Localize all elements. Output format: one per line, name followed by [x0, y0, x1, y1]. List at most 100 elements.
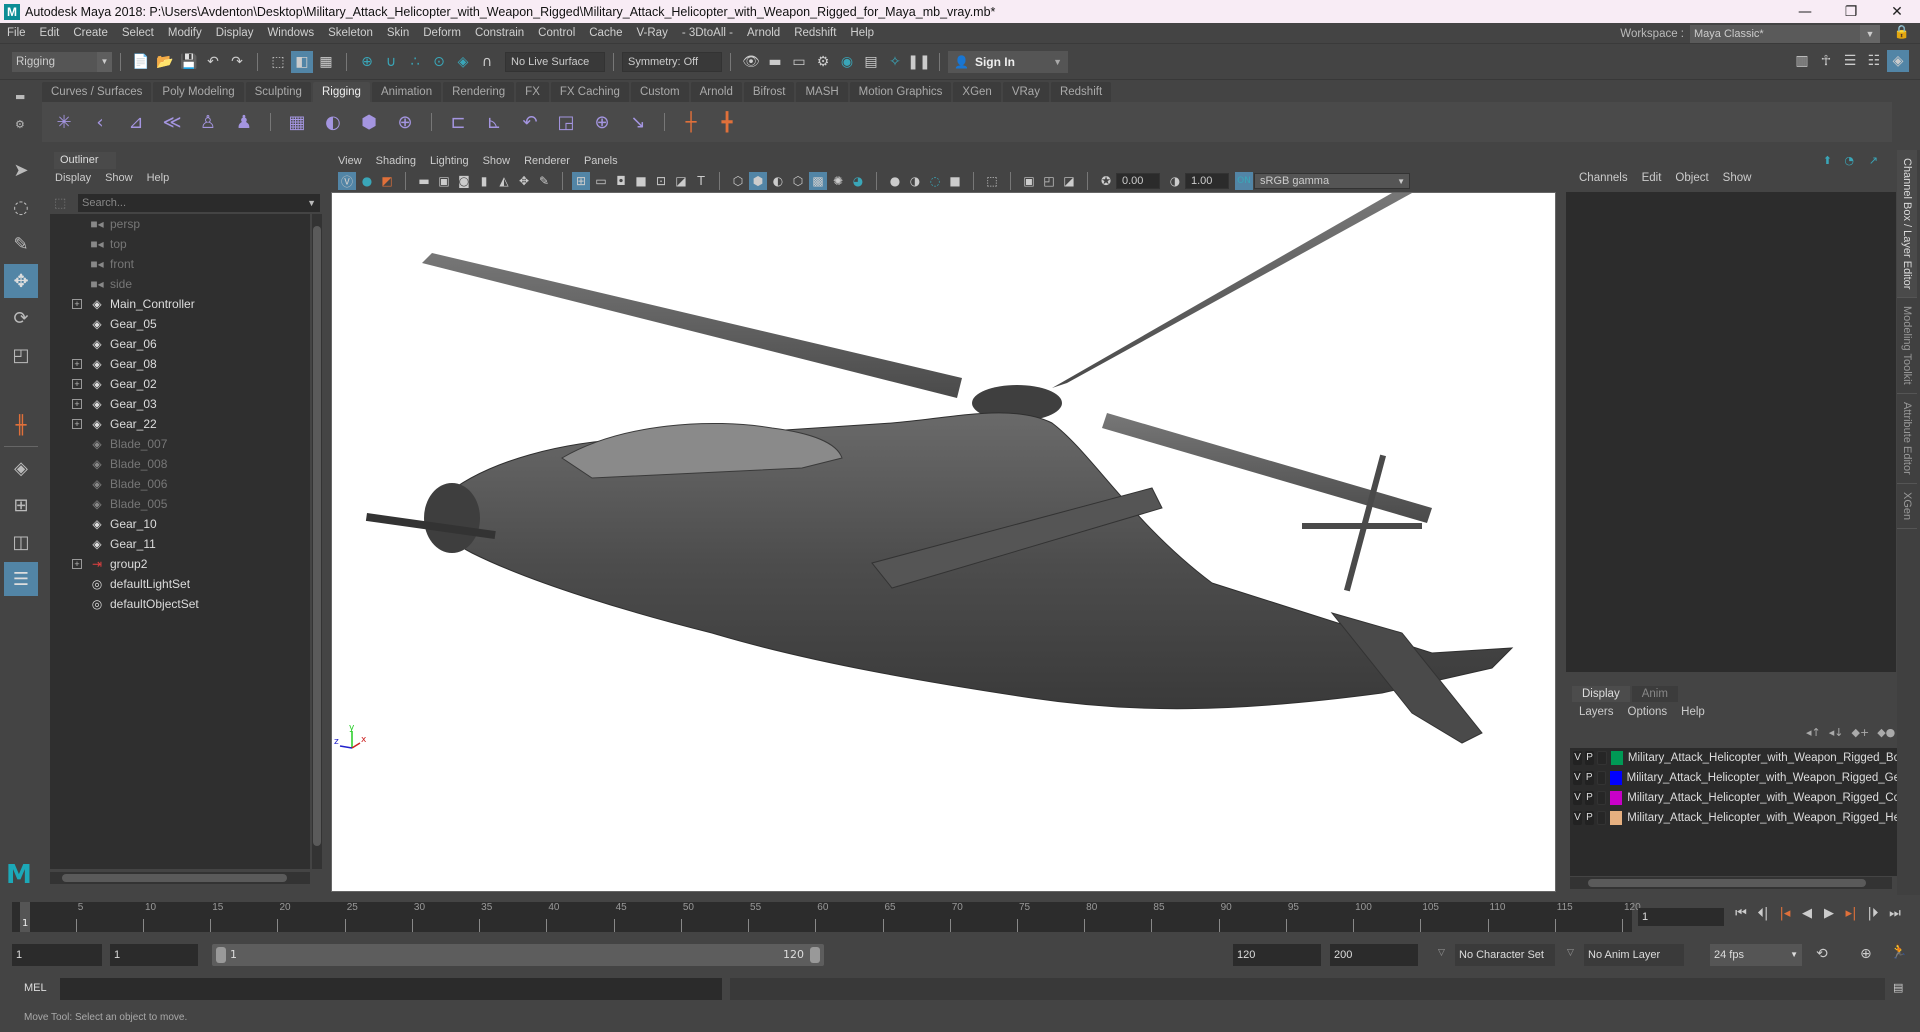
outliner-item[interactable]: + ◈ Gear_02	[50, 374, 310, 394]
render-view-icon[interactable]: 👁	[740, 51, 762, 73]
cluster-icon[interactable]: ⊕	[388, 105, 422, 139]
outliner-item[interactable]: ◈ Blade_006	[50, 474, 310, 494]
shelf-tab-redshift[interactable]: Redshift	[1050, 82, 1112, 102]
redo-icon[interactable]: ↷	[226, 51, 248, 73]
shelf-tab-rigging[interactable]: Rigging	[312, 82, 370, 102]
menu-vray[interactable]: V-Ray	[630, 27, 675, 39]
playback-start-field[interactable]: 1	[110, 944, 198, 966]
menu-constrain[interactable]: Constrain	[468, 27, 531, 39]
menu-modify[interactable]: Modify	[161, 27, 209, 39]
outliner-tab[interactable]: Outliner	[54, 152, 116, 169]
outliner-item[interactable]: ◈ Blade_008	[50, 454, 310, 474]
joint-size-icon[interactable]: ┼	[674, 105, 708, 139]
depth-of-field-icon[interactable]: ■	[946, 172, 964, 190]
menuset-dropdown[interactable]: Rigging ▼	[12, 51, 112, 72]
sidetab-attribute-editor[interactable]: Attribute Editor	[1897, 394, 1917, 484]
wireframe-icon[interactable]: ⬡	[729, 172, 747, 190]
tool-settings-icon[interactable]: ☷	[1863, 50, 1885, 72]
go-to-start-icon[interactable]: ⏮	[1730, 906, 1752, 921]
filter-icon[interactable]: ⬚	[54, 196, 66, 211]
snap-view-plane-icon[interactable]: ⊙	[428, 51, 450, 73]
outliner-item[interactable]: ◈ Gear_11	[50, 534, 310, 554]
expand-icon[interactable]: +	[72, 299, 82, 309]
xray-joints-icon[interactable]: ◪	[1060, 172, 1078, 190]
workspace-dropdown[interactable]: Maya Classic* ▼	[1690, 25, 1880, 43]
select-tool-icon[interactable]: ➤	[4, 153, 38, 187]
gate-mask-icon[interactable]: ■	[632, 172, 650, 190]
playback-toggle[interactable]: P	[1585, 751, 1595, 765]
field-chart-icon[interactable]: ⊡	[652, 172, 670, 190]
playback-toggle[interactable]: P	[1584, 771, 1594, 785]
resolution-gate-icon[interactable]: ◘	[612, 172, 630, 190]
sidetab-channel-box[interactable]: Channel Box / Layer Editor	[1897, 150, 1917, 299]
light-editor-icon[interactable]: ✧	[884, 51, 906, 73]
range-slider[interactable]: 1 120	[212, 944, 824, 966]
point-constraint-icon[interactable]: ⊾	[477, 105, 511, 139]
step-back-frame-icon[interactable]: |◂	[1774, 906, 1796, 921]
expand-icon[interactable]: +	[72, 379, 82, 389]
outliner-item[interactable]: + ◈ Gear_03	[50, 394, 310, 414]
viewport-menu-panels[interactable]: Panels	[577, 155, 625, 167]
sidetab-modeling-toolkit[interactable]: Modeling Toolkit	[1897, 298, 1917, 395]
scale-constraint-icon[interactable]: ◲	[549, 105, 583, 139]
start-time-field[interactable]: 1	[12, 944, 102, 966]
wireframe-on-shaded-icon[interactable]: ⬡	[789, 172, 807, 190]
color-management-toggle-icon[interactable]: ON	[1235, 172, 1253, 190]
shelf-settings-icon[interactable]: ⚙	[15, 118, 25, 131]
expand-icon[interactable]: +	[72, 399, 82, 409]
ipr-render-icon[interactable]: ▭	[788, 51, 810, 73]
layer-menu-layers[interactable]: Layers	[1572, 706, 1621, 718]
visibility-toggle[interactable]: V	[1573, 751, 1583, 765]
visibility-toggle[interactable]: V	[1573, 791, 1582, 805]
outliner-menu-show[interactable]: Show	[98, 172, 140, 184]
save-scene-icon[interactable]: 💾	[178, 51, 200, 73]
paint-select-tool-icon[interactable]: ✎	[4, 227, 38, 261]
isolate-select-icon[interactable]: ⬚	[983, 172, 1001, 190]
outliner-item[interactable]: + ⇥ group2	[50, 554, 310, 574]
bind-skin-icon[interactable]: ▦	[280, 105, 314, 139]
lattice-icon[interactable]: ⬢	[352, 105, 386, 139]
tab-anim[interactable]: Anim	[1631, 686, 1678, 702]
film-gate-icon[interactable]: ▭	[592, 172, 610, 190]
expand-icon[interactable]: +	[72, 559, 82, 569]
snap-surface-icon[interactable]: ◈	[452, 51, 474, 73]
outliner-item[interactable]: ■◂ top	[50, 234, 310, 254]
menu-help[interactable]: Help	[843, 27, 881, 39]
anti-aliasing-icon[interactable]: ◌	[926, 172, 944, 190]
new-scene-icon[interactable]: 📄	[130, 51, 152, 73]
outliner-vertical-scrollbar[interactable]	[312, 214, 322, 869]
outliner-item[interactable]: ◎ defaultLightSet	[50, 574, 310, 594]
snap-point-icon[interactable]: ∴	[404, 51, 426, 73]
scroll-thumb[interactable]	[313, 226, 321, 846]
minimize-button[interactable]: —	[1782, 0, 1828, 23]
layer-color-swatch[interactable]	[1610, 791, 1623, 805]
rotate-tool-icon[interactable]: ⟳	[4, 301, 38, 335]
channel-menu-object[interactable]: Object	[1668, 172, 1715, 184]
hyper-icon[interactable]: ↗	[1869, 154, 1878, 167]
playback-toggle[interactable]: P	[1584, 791, 1594, 805]
display-type-toggle[interactable]	[1596, 811, 1607, 825]
3d-viewport[interactable]: y z x	[331, 192, 1556, 892]
command-input[interactable]	[60, 978, 722, 1000]
new-empty-layer-icon[interactable]: ◆+	[1852, 726, 1870, 739]
live-surface-field[interactable]: No Live Surface	[505, 51, 605, 72]
lock-icon[interactable]: 🔒	[1894, 25, 1910, 40]
character-set-dropdown[interactable]: No Character Set	[1455, 944, 1555, 966]
shelf-tab-rendering[interactable]: Rendering	[443, 82, 515, 102]
step-forward-frame-icon[interactable]: ▸|	[1840, 906, 1862, 921]
expand-icon[interactable]: +	[72, 359, 82, 369]
end-time-field[interactable]: 200	[1330, 944, 1418, 966]
menu-skin[interactable]: Skin	[380, 27, 416, 39]
aim-constraint-icon[interactable]: ⊕	[585, 105, 619, 139]
pause-icon[interactable]: ❚❚	[907, 51, 930, 73]
shelf-tab-fx-caching[interactable]: FX Caching	[550, 82, 629, 102]
create-joints-icon[interactable]: ✳	[47, 105, 81, 139]
shelf-tab-curves-surfaces[interactable]: Curves / Surfaces	[42, 82, 152, 102]
snap-live-icon[interactable]: ∩	[476, 51, 498, 73]
outliner-layout-icon[interactable]: ☰	[4, 562, 38, 596]
display-layer-row[interactable]: V P Military_Attack_Helicopter_with_Weapon…	[1570, 768, 1900, 788]
gamma-field[interactable]: 1.00	[1185, 173, 1229, 189]
default-material-icon[interactable]: ◐	[769, 172, 787, 190]
ik-spline-icon[interactable]: ≪	[155, 105, 189, 139]
play-forwards-icon[interactable]: ▶	[1818, 906, 1840, 921]
